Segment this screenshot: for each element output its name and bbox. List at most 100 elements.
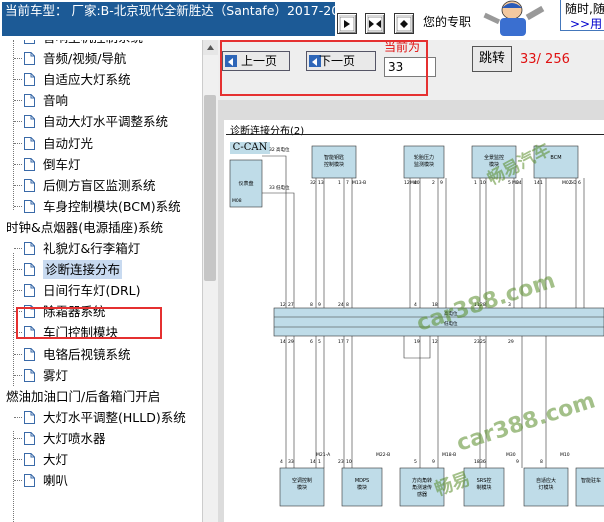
module-label: MDPS	[355, 478, 369, 484]
module-label: 模块	[357, 484, 367, 491]
category-tree: 音响主机控制系统音频/视频/导航自适应大灯系统音响自动大灯水平调整系统自动灯光倒…	[0, 40, 202, 522]
tree-connector	[14, 416, 22, 418]
document-icon	[24, 40, 35, 44]
pin-number: 9	[318, 302, 321, 308]
pin-number: 8	[310, 302, 313, 308]
document-icon	[24, 178, 35, 192]
jump-button[interactable]: 跳转	[472, 46, 512, 72]
pin-number: 19	[414, 339, 420, 345]
sidebar-item-label: 自动灯光	[43, 135, 94, 151]
sidebar-item-label: 礼貌灯&行李箱灯	[43, 241, 141, 256]
module-label: 灯模块	[538, 484, 553, 491]
document-icon	[24, 410, 35, 424]
double-arrow-icon	[368, 17, 382, 31]
document-viewer[interactable]: 诊断连接分布(2) C-CAN 仪表盘 智能钥匙 控制模块 轮胎压力 监测模块 全景监控模…	[218, 100, 604, 522]
sidebar-item-label: 电铬后视镜系统	[43, 346, 131, 362]
tree-connector	[14, 58, 22, 60]
play-right-icon	[340, 17, 354, 31]
tree-connector	[14, 290, 22, 292]
tree-connector	[14, 142, 22, 144]
module-label: 空调控制	[292, 477, 312, 484]
tree-connector	[14, 121, 22, 123]
pin-number: 13	[318, 180, 324, 186]
scroll-up-button[interactable]	[203, 40, 218, 55]
module-label: 制模块	[476, 484, 491, 491]
tree-connector	[14, 353, 22, 355]
wire	[262, 192, 295, 308]
scroll-thumb[interactable]	[204, 95, 216, 281]
vehicle-title: 当前车型： 厂家:B-北京现代全新胜达（Santafe）2017-2018...	[2, 2, 335, 36]
module-label: 感器	[417, 491, 427, 498]
promo-link[interactable]: >>用	[570, 15, 602, 32]
tree-connector	[14, 79, 22, 81]
pin-number: 8	[414, 180, 417, 186]
connector-label: M08	[232, 198, 242, 204]
pin-number: 8	[540, 459, 543, 465]
pin-number: 12	[432, 339, 438, 345]
pin-number: 9	[432, 459, 435, 465]
tree-connector	[14, 100, 22, 102]
document-icon	[24, 263, 35, 277]
module-label: SRS控	[477, 477, 492, 484]
connector-label: M30	[506, 452, 516, 458]
wire-label: 低电位	[276, 184, 290, 191]
module-label: 智能驻车	[581, 477, 601, 484]
pin-number: 1	[338, 180, 341, 186]
pin-number: 25	[480, 339, 486, 345]
pin-number: 3	[516, 180, 519, 186]
document-icon	[24, 431, 35, 445]
pin-number: 4	[414, 302, 417, 308]
pin-number: 2	[432, 180, 435, 186]
pin-number: 33	[288, 459, 294, 465]
collapse-button[interactable]	[394, 13, 414, 34]
connector-label: M18-B	[442, 452, 456, 458]
tree-connector	[14, 459, 22, 460]
pin-number: 14	[280, 339, 286, 345]
sidebar-item-label: 日间行车灯(DRL)	[43, 283, 141, 299]
pin-number: 17	[338, 339, 344, 345]
pin-number: 5	[414, 459, 417, 465]
pin-number: 1	[318, 459, 321, 465]
sidebar-item-label: 音响	[43, 93, 69, 109]
pin-number: 18	[474, 459, 480, 465]
pin-number: 23	[338, 459, 344, 465]
connector-label: M10	[560, 452, 570, 458]
pin-number: 14	[310, 459, 316, 465]
sidebar-item-label: 倒车灯	[43, 156, 81, 172]
pin-number: 10	[346, 459, 352, 465]
pin-number: 4	[280, 459, 283, 465]
sidebar-item-label: 大灯喷水器	[43, 430, 106, 446]
sidebar-item-label: 雾灯	[43, 367, 69, 383]
sidebar-item-label: 大灯	[43, 452, 69, 467]
main-pane: 上一页 下一页 当前为 跳转 33/ 256 诊断连接分布(2) C-CAN 仪…	[218, 40, 604, 522]
wire	[262, 155, 287, 308]
document-icon	[24, 474, 35, 488]
sidebar-scrollbar[interactable]	[202, 40, 218, 522]
split-view-button[interactable]	[365, 13, 385, 34]
pin-number: 9	[516, 459, 519, 465]
page-count: 33/ 256	[520, 52, 570, 67]
expand-all-button[interactable]	[337, 13, 357, 34]
pin-number: 1	[540, 180, 543, 186]
tree-connector	[14, 269, 22, 271]
pin-number: 36	[480, 459, 486, 465]
module-label: 监测模块	[414, 161, 434, 168]
connector-label: M22-B	[376, 452, 390, 458]
document-icon	[24, 242, 35, 255]
pin-number: 5	[570, 180, 573, 186]
chevron-up-icon	[207, 45, 214, 50]
sidebar-item-label: 燃油加油口门/后备箱门开启	[6, 388, 161, 404]
tree-connector	[14, 374, 22, 376]
pin-number: 23	[474, 339, 480, 345]
sidebar-item-label: 诊断连接分布	[43, 260, 123, 280]
document-icon	[24, 136, 35, 150]
pin-number: 5	[318, 339, 321, 345]
connector-label: M21-A	[316, 452, 331, 458]
pin-number: 6	[578, 180, 581, 186]
document-page: 诊断连接分布(2) C-CAN 仪表盘 智能钥匙 控制模块 轮胎压力 监测模块 全景监控模…	[224, 120, 604, 522]
tree-connector	[14, 184, 22, 186]
pin-number: 12	[404, 180, 410, 186]
sidebar-item-label: 喇叭	[43, 473, 69, 489]
connector-label: M13-B	[352, 180, 366, 186]
sidebar-item-label: 自适应大灯系统	[43, 72, 131, 88]
